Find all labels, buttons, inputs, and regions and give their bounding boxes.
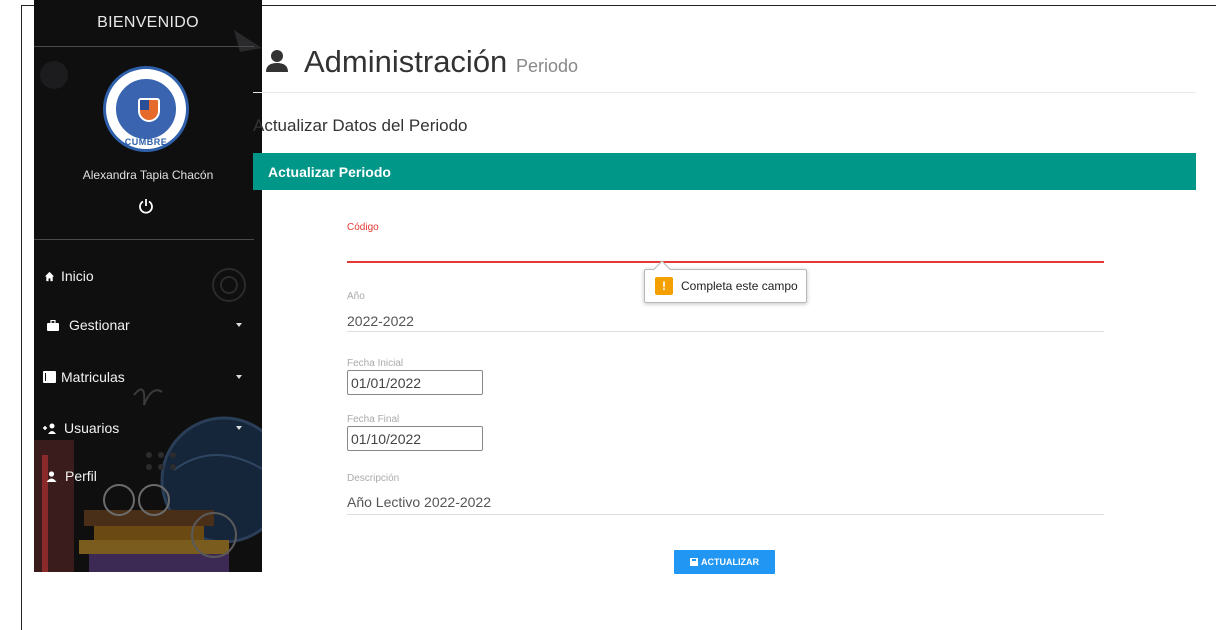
section-title: Actualizar Datos del Periodo [253,116,468,135]
actualizar-button-label: ACTUALIZAR [701,557,759,567]
descripcion-underline [347,514,1104,515]
sidebar-divider [34,239,254,240]
nav-label: Perfil [65,468,97,484]
user-name: Alexandra Tapia Chacón [82,168,214,182]
fecha-inicial-input[interactable]: 01/01/2022 [347,370,483,395]
chevron-down-icon [236,323,242,327]
add-user-icon [41,421,57,435]
logo-emblem [114,77,178,141]
warning-icon: ! [655,277,673,295]
fecha-final-label: Fecha Final [347,414,400,425]
page-title: Administración [304,44,508,79]
panel-title: Actualizar Periodo [268,163,391,180]
actualizar-button[interactable]: ACTUALIZAR [674,550,775,574]
sidebar-divider [34,46,254,47]
nav-label: Usuarios [64,420,120,436]
codigo-input[interactable] [347,238,1104,260]
nav-label: Gestionar [69,317,130,333]
codigo-underline [347,261,1104,263]
power-icon[interactable] [138,198,154,214]
validation-message: Completa este campo [681,279,798,293]
school-logo: CUMBRE [103,66,189,152]
logo-wordmark: CUMBRE [124,137,168,147]
anio-label: Año [347,291,365,302]
codigo-label: Código [347,222,379,233]
nav-item-inicio[interactable]: Inicio [41,265,255,287]
fecha-final-input[interactable]: 01/10/2022 [347,426,483,451]
anio-input[interactable]: 2022-2022 [347,313,414,329]
nav-label: Inicio [61,268,94,284]
validation-tooltip: ! Completa este campo [644,269,807,303]
save-icon [690,558,698,566]
descripcion-label: Descripción [347,473,400,484]
descripcion-input[interactable]: Año Lectivo 2022-2022 [347,494,491,510]
nav-item-perfil[interactable]: Perfil [41,465,255,487]
sidebar: BIENVENIDO CUMBRE Alexandra Tapia Chacón… [34,0,262,572]
anio-underline [347,331,1104,332]
fecha-inicial-label: Fecha Inicial [347,358,404,369]
panel-header: Actualizar Periodo [253,153,1196,190]
nav-item-usuarios[interactable]: Usuarios [41,417,255,439]
page-subtitle: Periodo [516,56,579,76]
shield-icon [138,98,160,122]
briefcase-icon [45,318,61,332]
chevron-down-icon [236,426,242,430]
welcome-title: BIENVENIDO [97,14,199,31]
nav-item-matriculas[interactable]: Matriculas [41,366,255,388]
nav-item-gestionar[interactable]: Gestionar [41,314,255,336]
chevron-down-icon [236,375,242,379]
person-icon [266,50,288,72]
nav-label: Matriculas [61,369,125,385]
home-icon [41,269,57,283]
person-icon [43,469,59,483]
header-divider [253,92,1196,93]
book-icon [41,370,57,384]
